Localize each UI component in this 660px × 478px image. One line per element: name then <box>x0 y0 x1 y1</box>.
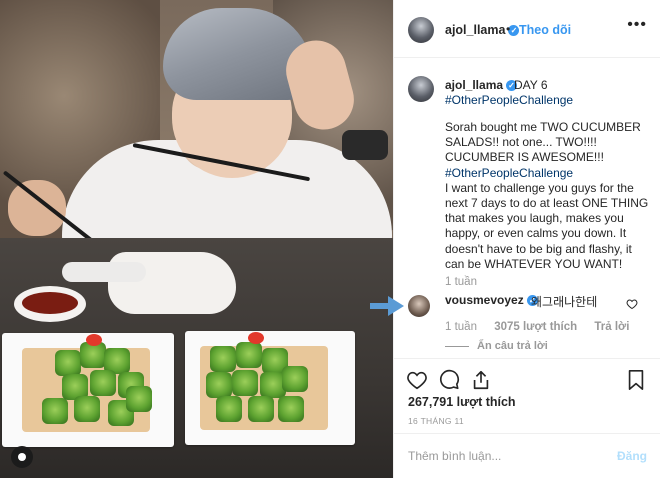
photo-cucumber-piece <box>90 370 116 396</box>
photo-spoon <box>62 262 146 282</box>
header-separator: • <box>506 22 511 36</box>
photo-cucumber-piece <box>216 396 242 422</box>
hide-replies-label[interactable]: Ẩn câu trả lời <box>477 340 548 352</box>
comment-likes-count[interactable]: 3075 lượt thích <box>494 321 577 333</box>
hide-replies-line <box>445 345 469 347</box>
post-header: ajol_llama ✓ • Theo dõi ••• <box>394 0 660 58</box>
photo-cucumber-piece <box>210 346 236 372</box>
caption-line: that makes you laugh, makes you <box>445 211 624 226</box>
tagged-user-icon[interactable] <box>11 446 33 468</box>
caption-body: Sorah bought me TWO CUCUMBER SALADS!! no… <box>445 120 650 272</box>
comment-username[interactable]: vousmevoyez ✓ <box>445 293 538 307</box>
hide-replies-button[interactable]: Ẩn câu trả lời <box>445 340 548 352</box>
caption-line: next 7 days to do at least ONE THING <box>445 196 649 211</box>
caption-username-text[interactable]: ajol_llama <box>445 78 503 92</box>
photo-cucumber-piece <box>236 342 262 368</box>
photo-cucumber-piece <box>206 372 232 398</box>
caption-day: DAY 6 <box>514 78 548 92</box>
share-icon[interactable] <box>470 369 492 391</box>
more-options-button[interactable]: ••• <box>627 16 647 34</box>
pointer-arrow-icon <box>370 296 404 316</box>
post-comment-button[interactable]: Đăng <box>617 449 647 463</box>
caption-line: SALADS!! not one... TWO!!!! <box>445 135 597 150</box>
photo-tomato-1 <box>86 334 102 346</box>
post-photo[interactable] <box>0 0 393 478</box>
save-bookmark-icon[interactable] <box>625 369 647 391</box>
instagram-post: ajol_llama ✓ • Theo dõi ••• ajol_llama ✓ D… <box>0 0 660 478</box>
comment-bubble-icon[interactable] <box>438 369 460 391</box>
author-avatar[interactable] <box>408 17 434 43</box>
caption-line-hashtag[interactable]: #OtherPeopleChallenge <box>445 166 650 181</box>
photo-watch <box>342 130 388 160</box>
caption-line: doesn't have to be big and flashy, it <box>445 241 632 256</box>
photo-person-hand-left <box>8 180 66 236</box>
photo-cucumber-piece <box>126 386 152 412</box>
photo-sauce <box>22 292 78 314</box>
caption-timestamp[interactable]: 1 tuần <box>445 276 477 288</box>
caption-hashtag[interactable]: #OtherPeopleChallenge <box>445 93 573 107</box>
caption-line: can be WHATEVER YOU WANT! <box>445 256 623 271</box>
comment-text: 왜그래나한테 <box>531 295 598 309</box>
photo-cucumber-piece <box>42 398 68 424</box>
like-heart-icon[interactable] <box>406 369 428 391</box>
author-username-text[interactable]: ajol_llama <box>445 23 505 37</box>
post-likes-count[interactable]: 267,791 lượt thích <box>408 395 516 409</box>
comment-like-heart-icon[interactable] <box>626 298 638 310</box>
caption-line: I want to challenge you guys for the <box>445 180 634 195</box>
add-comment-bar: Đăng <box>394 433 660 478</box>
post-date[interactable]: 16 THÁNG 11 <box>408 416 464 426</box>
commenter-avatar[interactable] <box>408 295 430 317</box>
photo-cucumber-piece <box>232 370 258 396</box>
caption-username[interactable]: ajol_llama ✓ <box>445 78 518 92</box>
caption-line: Sorah bought me TWO CUCUMBER <box>445 120 641 134</box>
caption-line: CUCUMBER IS AWESOME!!! <box>445 150 604 165</box>
photo-cucumber-piece <box>55 350 81 376</box>
photo-cucumber-piece <box>278 396 304 422</box>
action-bar <box>394 358 660 390</box>
photo-cucumber-piece <box>282 366 308 392</box>
comment-timestamp[interactable]: 1 tuần <box>445 321 477 333</box>
add-comment-input[interactable] <box>406 448 600 464</box>
photo-cucumber-piece <box>74 396 100 422</box>
caption-line: happy, or even calms you down. It <box>445 226 627 241</box>
post-side-panel: ajol_llama ✓ • Theo dõi ••• ajol_llama ✓ D… <box>370 0 660 478</box>
caption-author-avatar[interactable] <box>408 76 434 102</box>
follow-button[interactable]: Theo dõi <box>519 23 571 37</box>
comment-meta: 1 tuần 3075 lượt thích Trả lời <box>445 321 643 333</box>
photo-tomato-2 <box>248 332 264 344</box>
comment-reply-button[interactable]: Trả lời <box>594 321 629 333</box>
comment-username-text[interactable]: vousmevoyez <box>445 293 524 307</box>
photo-cucumber-piece <box>248 396 274 422</box>
